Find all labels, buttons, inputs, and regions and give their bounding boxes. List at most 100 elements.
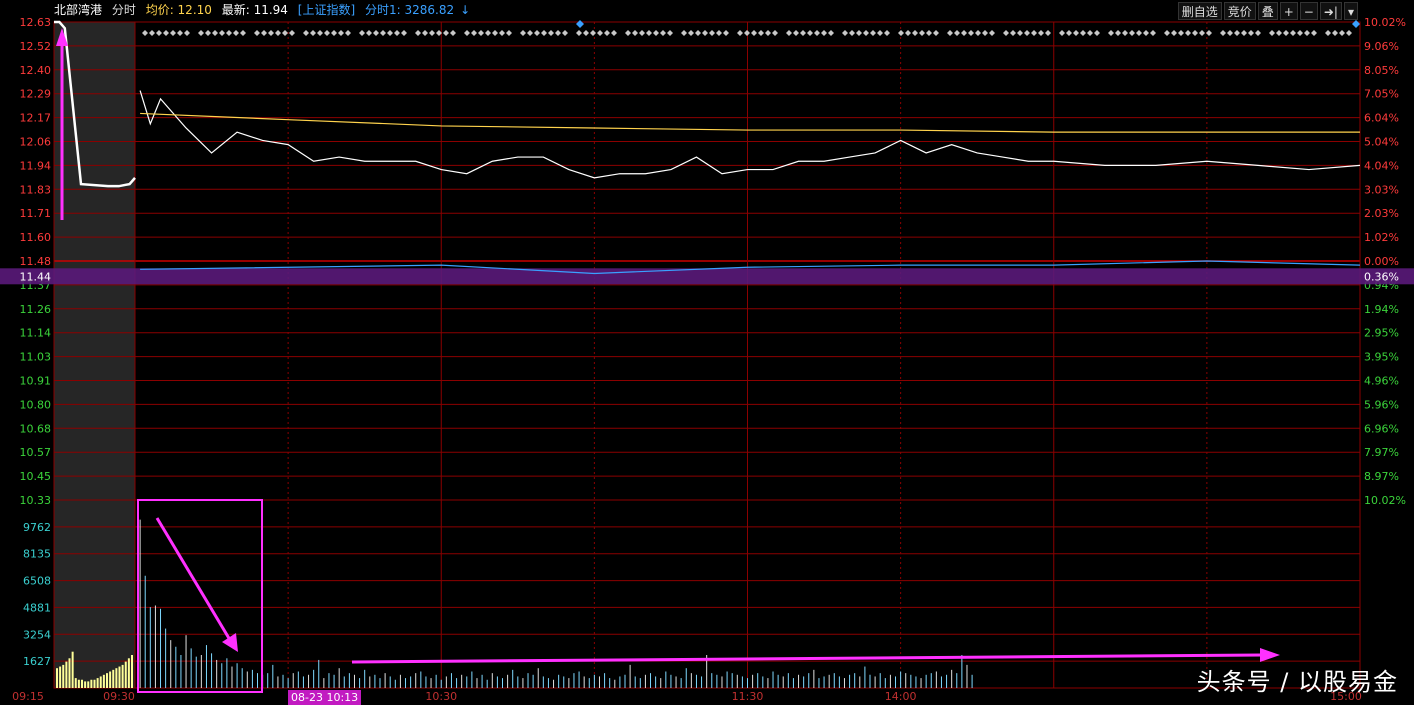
pct-tick-label: 7.97% — [1364, 446, 1399, 459]
signal-diamond-icon — [1346, 30, 1352, 36]
zoom-in-icon[interactable]: + — [1279, 2, 1298, 20]
signal-diamond-icon — [1276, 30, 1282, 36]
signal-diamond-icon — [660, 30, 666, 36]
signal-diamond-icon — [205, 30, 211, 36]
signal-diamond-icon — [541, 30, 547, 36]
signal-diamond-icon — [1185, 30, 1191, 36]
signal-diamond-icon — [1227, 30, 1233, 36]
signal-diamond-icon — [478, 30, 484, 36]
signal-diamond-icon — [947, 30, 953, 36]
signal-diamond-icon — [212, 30, 218, 36]
stock-name[interactable]: 北部湾港 — [54, 3, 102, 17]
price-tick-label: 12.29 — [20, 88, 52, 101]
signal-diamond-icon — [1220, 30, 1226, 36]
signal-diamond-icon — [1171, 30, 1177, 36]
dropdown-icon[interactable]: ▾ — [1343, 2, 1358, 20]
signal-diamond-icon — [387, 30, 393, 36]
pct-tick-label: 1.94% — [1364, 303, 1399, 316]
signal-diamond-icon — [1059, 30, 1065, 36]
signal-diamond-icon — [863, 30, 869, 36]
signal-diamond-icon — [1241, 30, 1247, 36]
signal-diamond-icon — [1283, 30, 1289, 36]
volume-tick-label: 4881 — [23, 601, 51, 614]
signal-diamond-icon — [912, 30, 918, 36]
signal-diamond-icon — [688, 30, 694, 36]
signal-diamond-icon — [877, 30, 883, 36]
time-tick-label: 09:15 — [12, 690, 44, 703]
pct-tick-label: 4.96% — [1364, 375, 1399, 388]
signal-diamond-icon — [828, 30, 834, 36]
price-tick-label: 11.94 — [20, 159, 52, 172]
time-tick-label: 11:30 — [732, 690, 764, 703]
signal-diamond-icon — [373, 30, 379, 36]
signal-diamond-icon — [856, 30, 862, 36]
signal-diamond-icon — [464, 30, 470, 36]
signal-diamond-icon — [1248, 30, 1254, 36]
signal-diamond-icon — [1136, 30, 1142, 36]
pct-tick-label: 2.03% — [1364, 207, 1399, 220]
signal-diamond-icon — [1206, 30, 1212, 36]
signal-diamond-icon — [989, 30, 995, 36]
signal-diamond-icon — [254, 30, 260, 36]
delete-watchlist-button[interactable]: 删自选 — [1177, 2, 1222, 20]
signal-diamond-icon — [310, 30, 316, 36]
signal-diamond-icon — [1339, 30, 1345, 36]
time-tick-label: 09:30 — [103, 690, 135, 703]
signal-diamond-icon — [359, 30, 365, 36]
zoom-out-icon[interactable]: − — [1299, 2, 1318, 20]
signal-diamond-icon — [1332, 30, 1338, 36]
index-link[interactable]: [上证指数] — [298, 3, 355, 17]
signal-diamond-icon — [1045, 30, 1051, 36]
price-tick-label: 11.14 — [20, 327, 52, 340]
signal-diamond-icon — [471, 30, 477, 36]
price-tick-label: 10.45 — [20, 470, 52, 483]
price-tick-label: 12.40 — [20, 64, 52, 77]
next-arrow-icon[interactable]: ➜| — [1319, 2, 1342, 20]
signal-diamond-icon — [506, 30, 512, 36]
signal-diamond-icon — [219, 30, 225, 36]
signal-diamond-icon — [583, 30, 589, 36]
signal-diamond-icon — [597, 30, 603, 36]
signal-diamond-icon — [184, 30, 190, 36]
pct-tick-label: 5.96% — [1364, 398, 1399, 411]
pct-tick-label: 8.05% — [1364, 64, 1399, 77]
signal-diamond-icon — [870, 30, 876, 36]
signal-diamond-icon — [1304, 30, 1310, 36]
signal-diamond-icon — [1234, 30, 1240, 36]
signal-diamond-icon — [744, 30, 750, 36]
signal-diamond-icon — [233, 30, 239, 36]
signal-diamond-icon — [450, 30, 456, 36]
price-tick-label: 10.68 — [20, 422, 52, 435]
pct-tick-label: 8.97% — [1364, 470, 1399, 483]
chart-frame — [53, 21, 1361, 689]
signal-diamond-icon — [898, 30, 904, 36]
signal-diamond-icon — [765, 30, 771, 36]
signal-diamond-icon — [716, 30, 722, 36]
signal-diamond-icon — [1017, 30, 1023, 36]
signal-diamond-icon — [198, 30, 204, 36]
intraday-chart[interactable]: 12.63 10.02% 12.52 9.06% 12.40 8.05% 12.29 7.05… — [0, 0, 1414, 705]
overlay-button[interactable]: 叠 — [1257, 2, 1278, 20]
signal-diamond-icon — [149, 30, 155, 36]
signal-diamond-icon — [1143, 30, 1149, 36]
signal-diamond-icon — [821, 30, 827, 36]
signal-diamond-icon — [639, 30, 645, 36]
signal-diamond-icon — [1290, 30, 1296, 36]
volume-tick-label: 1627 — [23, 655, 51, 668]
auction-button[interactable]: 竞价 — [1223, 2, 1256, 20]
signal-diamond-icon — [576, 30, 582, 36]
signal-diamond-icon — [443, 30, 449, 36]
signal-diamond-icon — [632, 30, 638, 36]
price-tick-label: 10.33 — [20, 494, 52, 507]
time-tick-label: 14:00 — [885, 690, 917, 703]
signal-diamond-icon — [905, 30, 911, 36]
price-tick-label: 11.03 — [20, 351, 52, 364]
signal-diamond-icon — [919, 30, 925, 36]
signal-diamond-icon — [555, 30, 561, 36]
signal-diamond-icon — [1150, 30, 1156, 36]
signal-diamond-icon — [1269, 30, 1275, 36]
signal-diamond-icon — [548, 30, 554, 36]
signal-diamond-icon — [975, 30, 981, 36]
price-tick-label: 10.80 — [20, 398, 52, 411]
pct-tick-label: 7.05% — [1364, 88, 1399, 101]
